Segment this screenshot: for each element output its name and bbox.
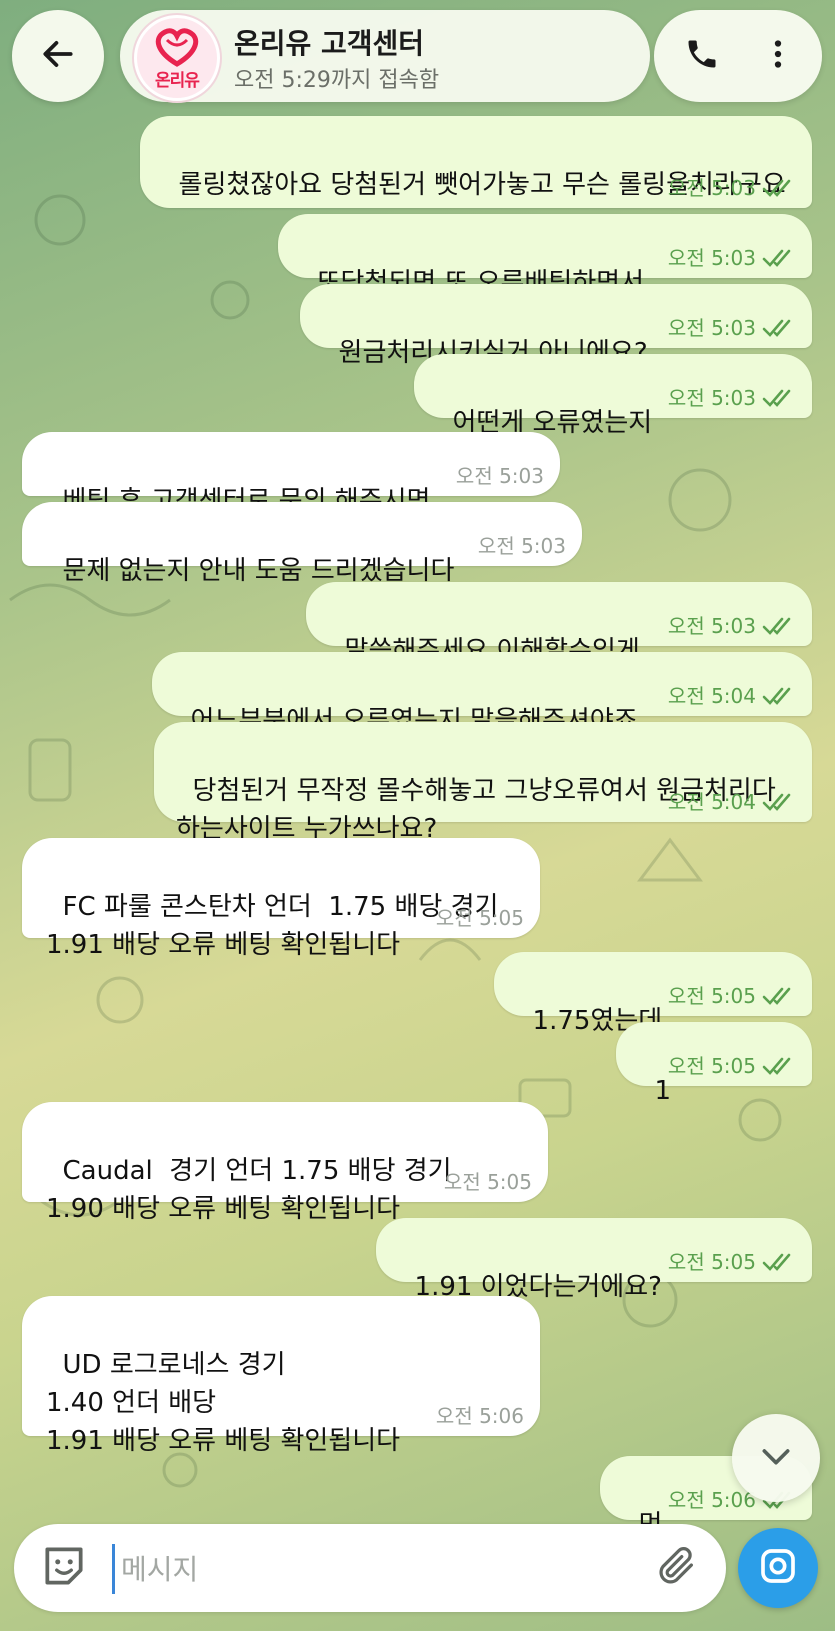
message-time: 오전 5:05: [435, 906, 524, 930]
more-vertical-icon: [760, 36, 796, 76]
message-meta: 오전 5:03: [668, 176, 796, 200]
double-check-icon: [762, 389, 791, 407]
call-button[interactable]: [676, 30, 728, 82]
message-time: 오전 5:04: [667, 684, 756, 708]
message-composer: [14, 1524, 726, 1612]
chat-header: 온리유 온리유 고객센터 오전 5:29까지 접속함: [12, 10, 650, 103]
message-time: 오전 5:05: [667, 1250, 756, 1274]
double-check-icon: [762, 1253, 791, 1271]
message-meta: 오전 5:05: [444, 1170, 532, 1194]
message-meta: 오전 5:03: [668, 386, 796, 410]
message-time: 오전 5:03: [477, 534, 566, 558]
message-bubble-outgoing[interactable]: 롤링쳤잖아요 당첨된거 뺏어가놓고 무슨 롤링을치라구요 오전 5:03: [140, 116, 812, 208]
message-bubble-outgoing[interactable]: 1.91 이었다는거에요? 오전 5:05: [376, 1218, 812, 1302]
message-bubble-incoming[interactable]: 베팅 후 고객센터로 문의 해주시면 오전 5:03: [22, 432, 560, 516]
avatar-brand-text: 온리유: [155, 71, 200, 91]
message-time: 오전 5:03: [455, 464, 544, 488]
message-time: 오전 5:06: [435, 1404, 524, 1428]
message-time: 오전 5:03: [667, 614, 756, 638]
message-meta: 오전 5:05: [436, 906, 524, 930]
chevron-down-icon: [756, 1436, 796, 1480]
message-time: 오전 5:05: [667, 1054, 756, 1078]
message-bubble-incoming[interactable]: Caudal 경기 언더 1.75 배당 경기 1.90 배당 오류 베팅 확인…: [22, 1102, 548, 1224]
sticker-icon: [39, 1541, 89, 1595]
chat-title: 온리유 고객센터: [234, 27, 425, 60]
message-bubble-outgoing[interactable]: 어떤게 오류였는지 오전 5:03: [414, 354, 812, 438]
back-arrow-icon: [39, 35, 77, 77]
message-meta: 오전 5:06: [436, 1404, 524, 1428]
sticker-button[interactable]: [38, 1542, 90, 1594]
back-button[interactable]: [12, 10, 104, 102]
camera-button[interactable]: [738, 1528, 818, 1608]
message-meta: 오전 5:05: [668, 1250, 796, 1274]
attach-button[interactable]: [650, 1542, 702, 1594]
message-meta: 오전 5:03: [668, 316, 796, 340]
double-check-icon: [762, 987, 791, 1005]
message-bubble-incoming[interactable]: UD 로그로네스 경기 1.40 언더 배당 1.91 배당 오류 베팅 확인됩…: [22, 1296, 540, 1456]
double-check-icon: [762, 793, 791, 811]
message-bubble-incoming[interactable]: 문제 없는지 안내 도움 드리겠습니다 오전 5:03: [22, 502, 582, 586]
message-meta: 오전 5:05: [668, 984, 796, 1008]
double-check-icon: [762, 1057, 791, 1075]
scroll-to-bottom-button[interactable]: [732, 1414, 820, 1502]
message-time: 오전 5:03: [667, 246, 756, 270]
double-check-icon: [762, 319, 791, 337]
message-text: 1: [654, 1076, 672, 1106]
message-input[interactable]: [112, 1544, 643, 1594]
last-seen-status: 오전 5:29까지 접속함: [234, 68, 440, 93]
message-text: UD 로그로네스 경기 1.40 언더 배당 1.91 배당 오류 베팅 확인됩…: [46, 1350, 401, 1456]
message-bubble-outgoing[interactable]: 원금처리시키실거 아니에요? 오전 5:03: [300, 284, 812, 368]
message-meta: 오전 5:04: [668, 684, 796, 708]
message-time: 오전 5:05: [443, 1170, 532, 1194]
message-text: Caudal 경기 언더 1.75 배당 경기 1.90 배당 오류 베팅 확인…: [46, 1156, 452, 1224]
double-check-icon: [762, 617, 791, 635]
double-check-icon: [762, 687, 791, 705]
message-time: 오전 5:03: [667, 386, 756, 410]
message-text: FC 파룰 콘스탄차 언더 1.75 배당 경기 1.91 배당 오류 베팅 확…: [46, 892, 499, 960]
message-meta: 오전 5:03: [668, 614, 796, 638]
message-meta: 오전 5:03: [456, 464, 544, 488]
phone-icon: [684, 36, 720, 76]
message-meta: 오전 5:03: [668, 246, 796, 270]
message-bubble-outgoing[interactable]: 말씀해주세요 이해할수있게 오전 5:03: [306, 582, 812, 666]
message-time: 오전 5:03: [667, 176, 756, 200]
message-meta: 오전 5:04: [668, 790, 796, 814]
message-bubble-outgoing[interactable]: 또당첨되면 또 오류배팅하면서 오전 5:03: [278, 214, 812, 298]
message-time: 오전 5:06: [667, 1488, 756, 1512]
message-meta: 오전 5:03: [478, 534, 566, 558]
camera-icon: [758, 1546, 798, 1590]
header-actions: [654, 10, 822, 102]
message-time: 오전 5:05: [667, 984, 756, 1008]
avatar[interactable]: 온리유: [132, 13, 222, 103]
message-meta: 오전 5:05: [668, 1054, 796, 1078]
double-check-icon: [762, 249, 791, 267]
message-bubble-outgoing[interactable]: 1 오전 5:05: [616, 1022, 812, 1106]
message-bubble-incoming[interactable]: FC 파룰 콘스탄차 언더 1.75 배당 경기 1.91 배당 오류 베팅 확…: [22, 838, 540, 960]
paperclip-icon: [653, 1543, 699, 1593]
more-options-button[interactable]: [752, 30, 804, 82]
message-bubble-outgoing[interactable]: 1.75였는데 오전 5:05: [494, 952, 812, 1036]
message-bubble-outgoing[interactable]: 어느부분에서 오류였는지 말을해주셔야죠 오전 5:04: [152, 652, 812, 736]
message-time: 오전 5:03: [667, 316, 756, 340]
message-bubble-outgoing[interactable]: 당첨된거 무작정 몰수해놓고 그냥오류여서 원금처리다 하는사이트 누가쓰나요?…: [154, 722, 812, 844]
double-check-icon: [762, 179, 791, 197]
message-time: 오전 5:04: [667, 790, 756, 814]
